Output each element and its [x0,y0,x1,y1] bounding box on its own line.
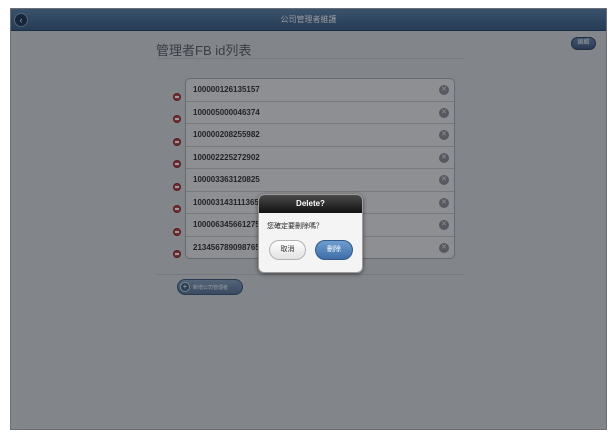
confirm-delete-button[interactable]: 刪除 [315,240,353,260]
dialog-message: 您確定要刪除嗎？ [267,223,323,230]
dialog-header: Delete? [259,195,362,213]
dialog-title: Delete? [296,199,325,208]
cancel-button[interactable]: 取消 [269,240,306,260]
delete-dialog: Delete? 您確定要刪除嗎？ 取消 刪除 [258,194,363,273]
